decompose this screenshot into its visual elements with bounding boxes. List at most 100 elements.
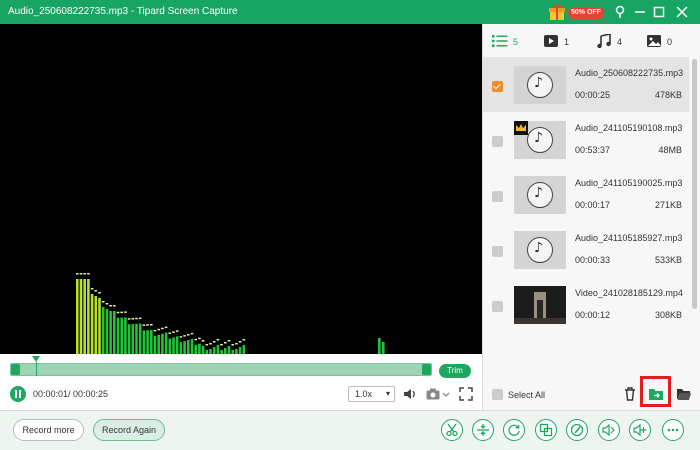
spectrum-peak [212,341,216,343]
spectrum-bar [109,311,112,354]
rotate-icon [508,424,520,436]
spectrum-bar [231,350,234,354]
spectrum-peak [157,328,160,331]
spectrum-bar [242,345,246,354]
volume-boost-tool-button[interactable] [629,419,651,441]
trash-icon[interactable] [622,386,638,402]
trim-end-handle[interactable] [422,364,431,375]
spectrum-bar [76,279,79,354]
close-icon[interactable] [674,4,690,20]
spectrum-peak [94,290,98,292]
speed-select[interactable]: 1.0x ▾ [348,386,395,402]
audio-player-canvas [0,24,482,354]
scissors-tool-button[interactable] [441,419,463,441]
trim-start-handle[interactable] [11,364,20,375]
music-disc-icon [527,127,553,153]
spectrum-peak [201,340,205,342]
more-tool-button[interactable] [662,419,684,441]
spectrum-peak [224,342,227,344]
list-item[interactable]: Audio_241105185927.mp3 00:00:33 533KB [483,222,689,277]
item-name: Audio_241105190108.mp3 [575,123,683,133]
spectrum-peak [205,344,209,346]
select-all-checkbox[interactable] [492,389,503,400]
item-name: Audio_250608222735.mp3 [575,68,684,78]
select-all-label: Select All [508,390,546,400]
volume-boost-icon [633,423,647,437]
list-icon [492,35,508,47]
item-name: Audio_241105190025.mp3 [575,178,683,188]
spectrum-bar [131,324,135,354]
item-checkbox[interactable] [492,246,503,257]
spectrum-bar [127,324,131,354]
item-checkbox[interactable] [492,301,503,312]
split-tool-button[interactable] [472,419,494,441]
spectrum-bar [124,317,127,354]
item-checkbox[interactable] [492,81,503,92]
merge-tool-button[interactable] [535,419,557,441]
spectrum-peak [183,335,186,337]
spectrum-peak [109,305,112,307]
music-disc-icon [527,72,553,98]
spectrum-bar [150,330,153,354]
gift-icon [549,4,565,20]
maximize-icon[interactable] [651,4,667,20]
crown-icon [514,121,528,135]
spectrum-bar [194,344,197,354]
spectrum-peak [150,324,153,326]
item-checkbox[interactable] [492,191,503,202]
spectrum-bar [146,330,149,354]
spectrum-peak [113,305,116,307]
spectrum-peak [83,273,86,275]
spectrum-bar [153,335,157,354]
spectrum-bar [161,333,164,354]
audio-icon [597,34,611,48]
spectrum-peak [172,331,175,333]
spectrum-bar [209,349,212,354]
spectrum-peak [198,337,201,340]
record-again-button[interactable]: Record Again [93,419,165,441]
open-folder-icon[interactable] [676,386,692,402]
pause-button[interactable] [10,386,26,402]
spectrum-peak [220,344,223,346]
spectrum-peak [76,273,79,275]
more-icon [667,428,679,432]
spectrum-peak [164,326,168,329]
seek-bar[interactable] [10,356,432,376]
fullscreen-icon[interactable] [458,386,474,402]
spectrum-bar [220,350,223,354]
volume-adjust-tool-button[interactable] [598,419,620,441]
item-name: Video_241028185129.mp4 [575,288,683,298]
trim-button[interactable]: Trim [439,364,471,378]
list-item[interactable]: Video_241028185129.mp4 00:00:12 308KB [483,277,689,332]
item-checkbox[interactable] [492,136,503,147]
chevron-down-icon[interactable] [441,386,451,402]
list-item[interactable]: Audio_241105190108.mp3 00:53:37 48MB [483,112,689,167]
edit-tool-button[interactable] [566,419,588,441]
item-size: 271KB [654,200,682,210]
rotate-tool-button[interactable] [503,419,525,441]
list-item[interactable]: Audio_250608222735.mp3 00:00:25 478KB [483,57,689,112]
volume-icon[interactable] [402,386,418,402]
spectrum-peak [131,318,135,320]
spectrum-peak [216,339,220,341]
spectrum-bar [224,348,227,354]
record-more-button[interactable]: Record more [13,419,84,441]
item-duration: 00:53:37 [575,145,611,155]
minimize-icon[interactable] [632,4,648,20]
list-scrollbar[interactable] [690,57,699,327]
media-filter-tabs: 5 1 4 0 [483,24,700,57]
spectrum-bar [79,279,83,354]
spectrum-bar [216,345,220,354]
scrollbar-thumb[interactable] [692,59,697,309]
spectrum-peak [135,317,138,320]
spectrum-peak [87,273,90,275]
promo-badge[interactable]: 50% OFF [548,3,608,21]
list-item[interactable]: Audio_241105190025.mp3 00:00:17 271KB [483,167,689,222]
time-display: 00:00:01/ 00:00:25 [33,389,109,399]
split-icon [477,424,489,436]
camera-icon[interactable] [425,386,441,402]
help-icon[interactable] [612,4,628,20]
item-size: 478KB [654,90,682,100]
spectrum-peak [209,343,212,345]
spectrum-bar [101,307,105,354]
